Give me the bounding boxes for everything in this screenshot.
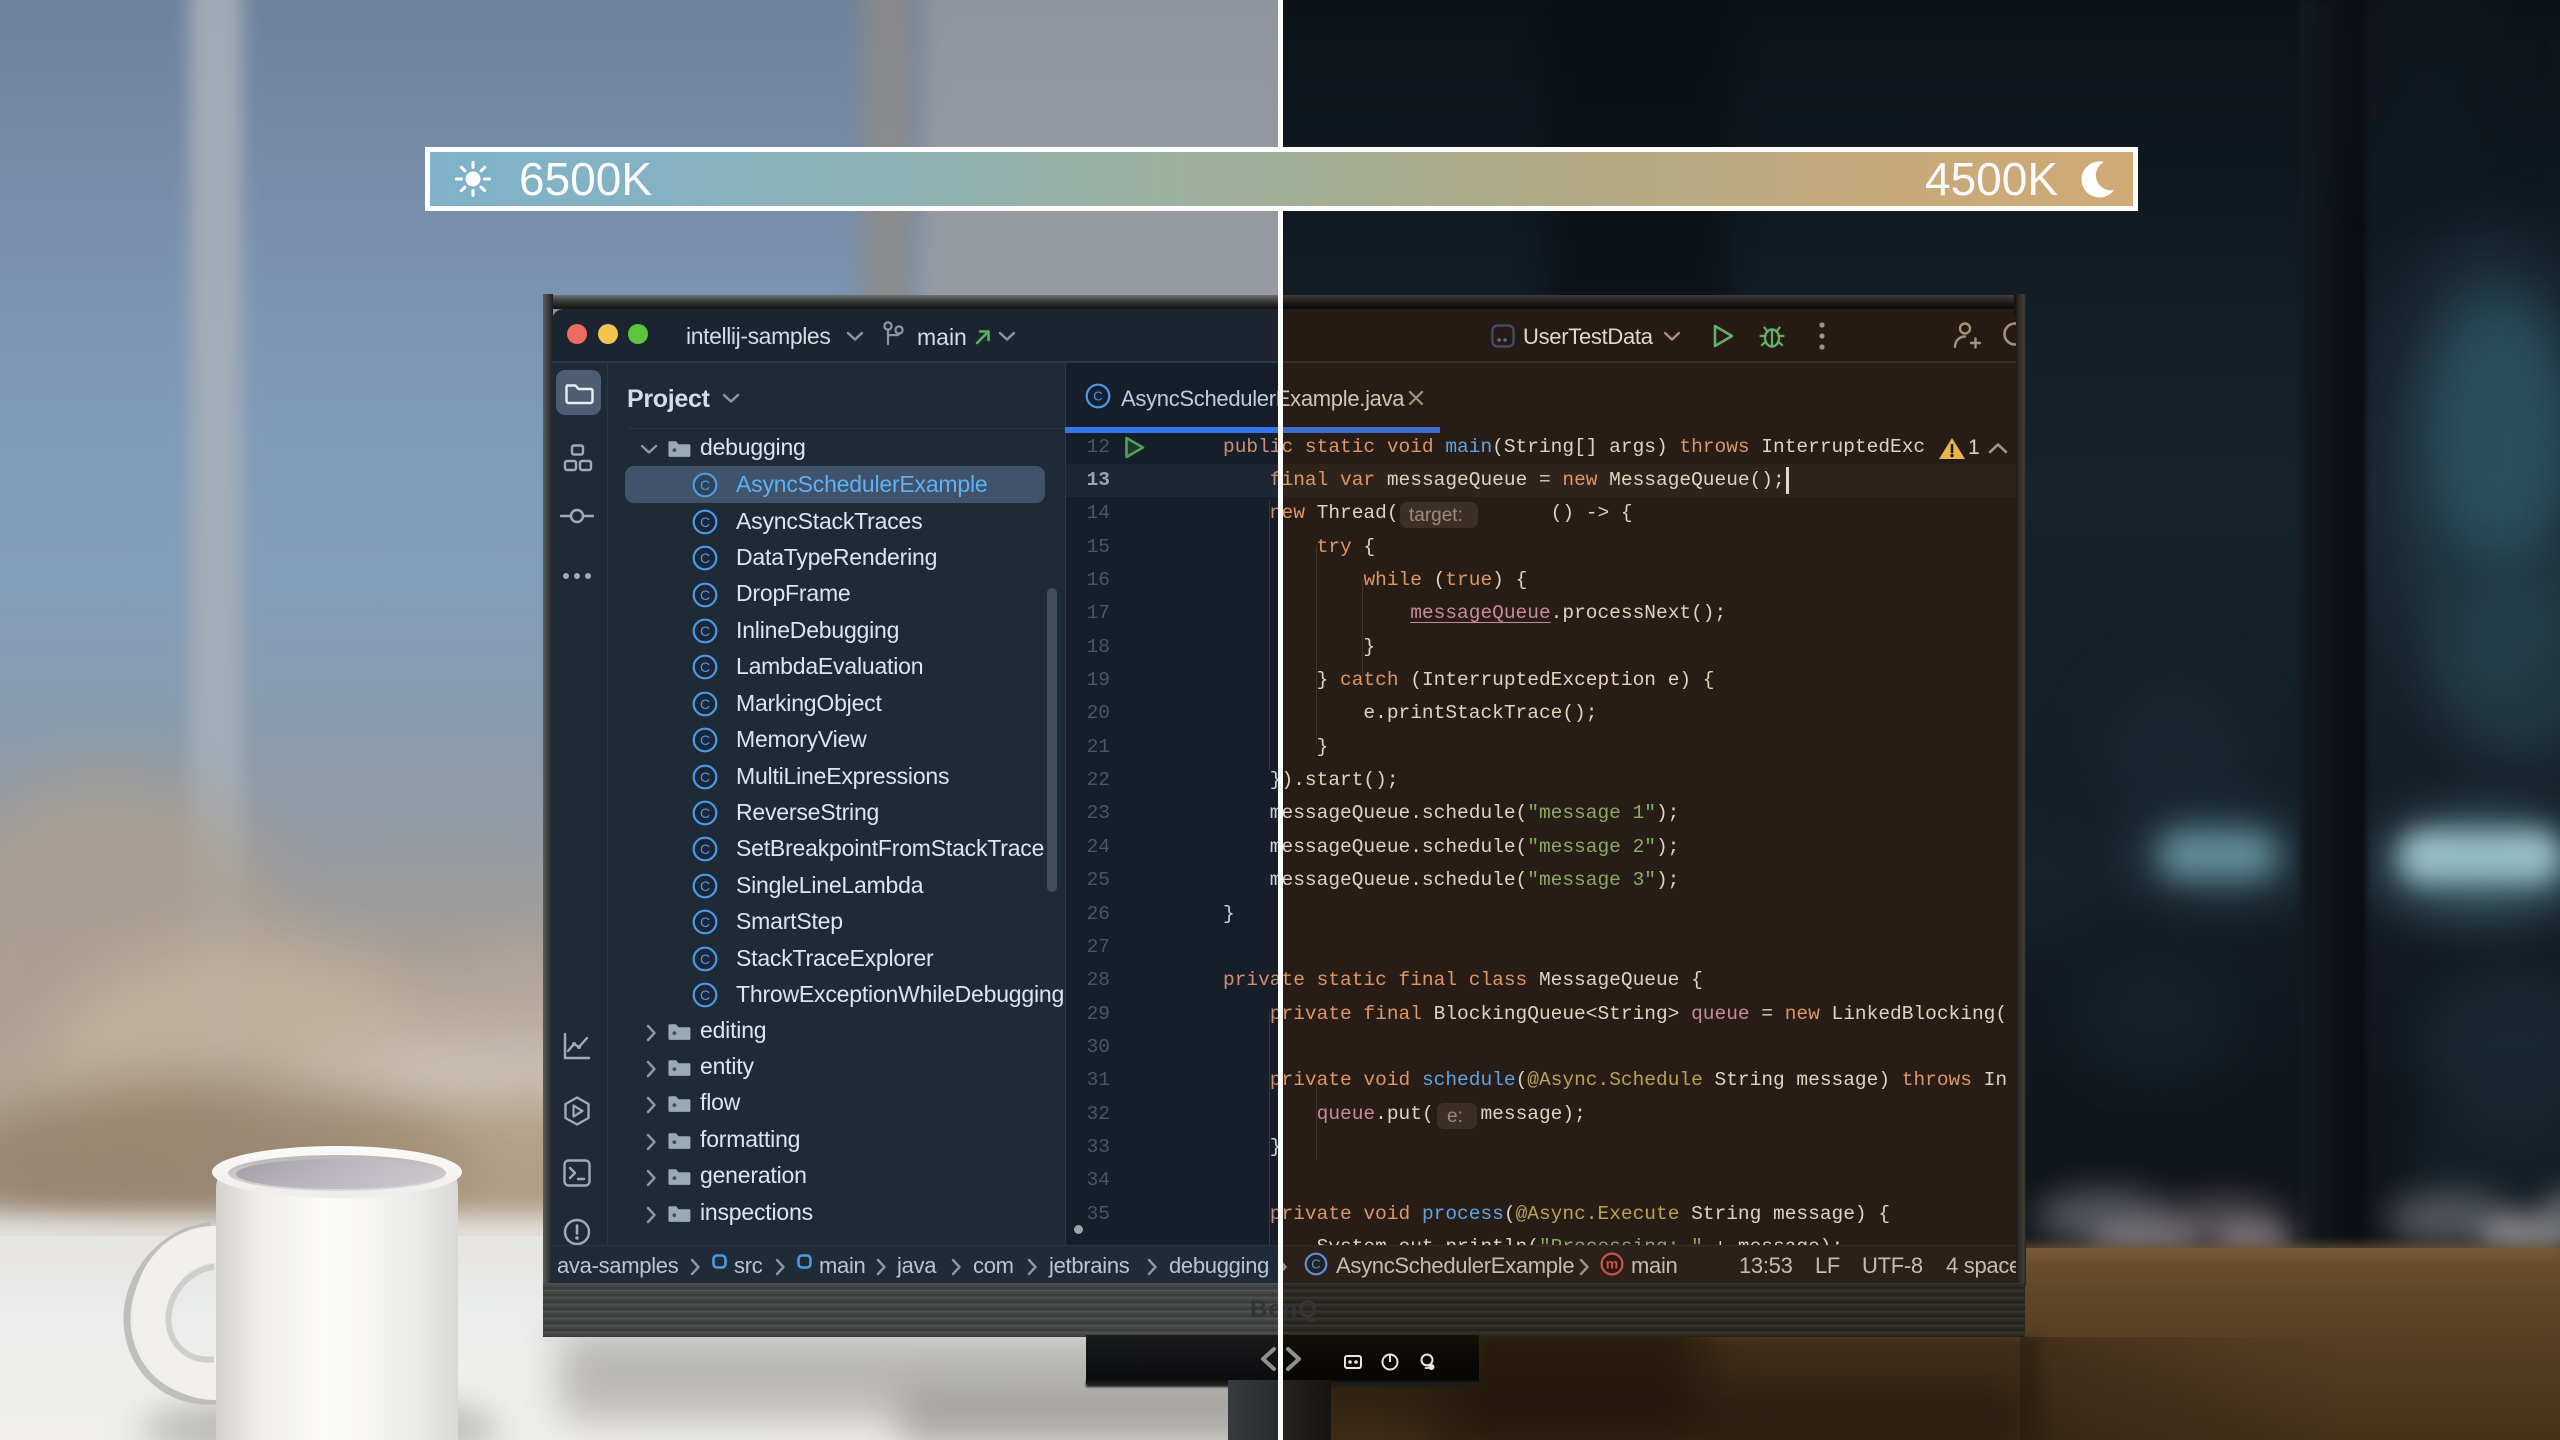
svg-text:C: C [1093, 389, 1102, 404]
svg-text:C: C [700, 951, 710, 967]
svg-text:C: C [700, 878, 710, 894]
svg-text:C: C [700, 659, 710, 675]
svg-text:C: C [700, 805, 710, 821]
svg-text:C: C [700, 550, 710, 566]
svg-text:C: C [700, 477, 710, 493]
svg-text:C: C [700, 587, 710, 603]
svg-text:C: C [700, 987, 710, 1003]
svg-text:m: m [1606, 1256, 1618, 1272]
svg-text:C: C [700, 696, 710, 712]
svg-text:C: C [700, 732, 710, 748]
svg-text:C: C [700, 514, 710, 530]
svg-text:C: C [1311, 1257, 1320, 1272]
svg-text:C: C [700, 914, 710, 930]
svg-text:C: C [700, 769, 710, 785]
svg-text:C: C [700, 841, 710, 857]
svg-text:C: C [700, 623, 710, 639]
